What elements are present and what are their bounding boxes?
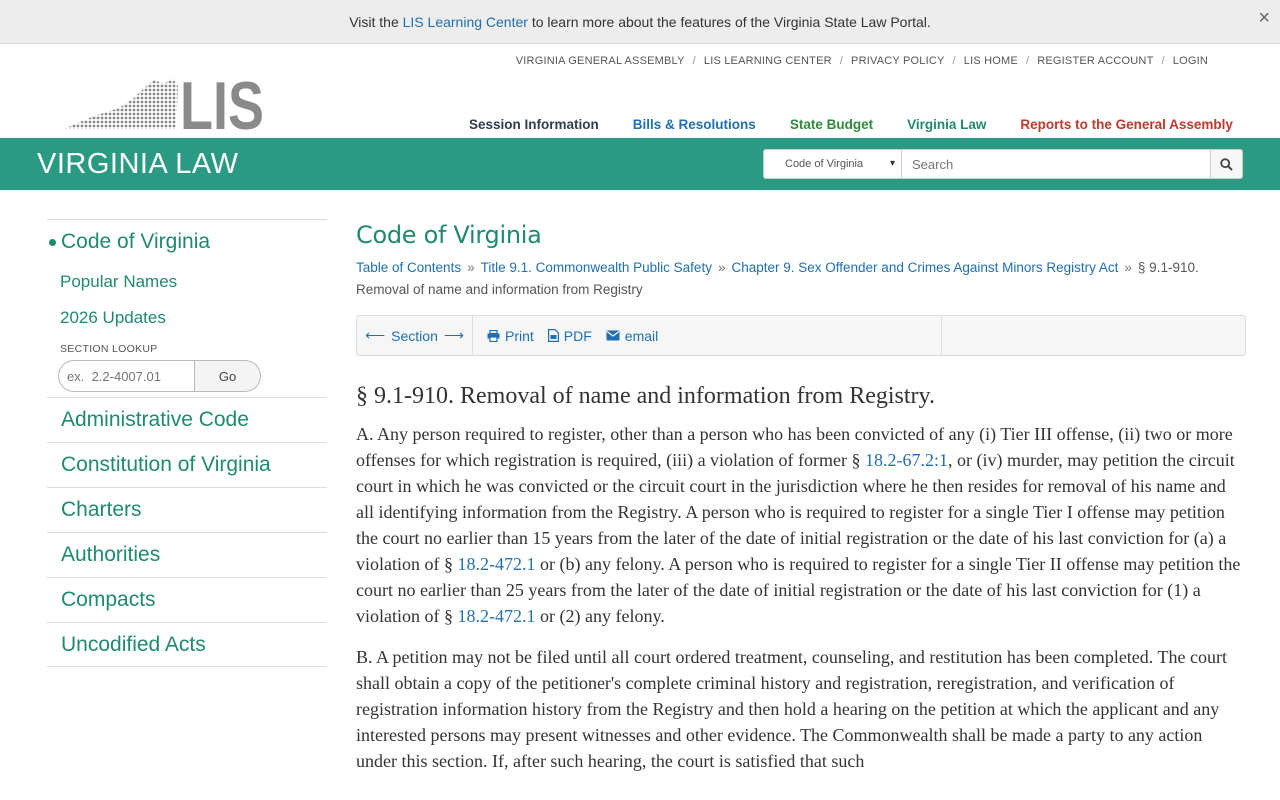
sidebar-item-charters[interactable]: Charters <box>47 487 327 532</box>
breadcrumb-chapter[interactable]: Chapter 9. Sex Offender and Crimes Again… <box>731 260 1118 275</box>
search-button[interactable] <box>1211 149 1243 179</box>
top-link-lis-home[interactable]: LIS HOME <box>964 55 1018 67</box>
nav-virginia-law[interactable]: Virginia Law <box>907 117 986 132</box>
sidebar-item-popular-names[interactable]: Popular Names <box>60 272 177 292</box>
statute-link-18-2-472-1[interactable]: 18.2-472.1 <box>458 606 536 626</box>
sidebar-code-group: Code of Virginia Popular Names 2026 Upda… <box>47 219 327 397</box>
close-icon[interactable]: × <box>1258 8 1270 28</box>
sidebar-item-constitution[interactable]: Constitution of Virginia <box>47 442 327 487</box>
email-label: email <box>624 327 659 344</box>
lis-logo[interactable]: LIS <box>64 68 266 144</box>
breadcrumb-separator: » <box>1124 260 1132 275</box>
sidebar-item-updates[interactable]: 2026 Updates <box>60 308 166 328</box>
separator: / <box>692 55 696 67</box>
nav-session-information[interactable]: Session Information <box>469 117 599 132</box>
separator: / <box>1025 55 1030 67</box>
search-scope-select[interactable]: Code of Virginia ▾ <box>763 149 902 179</box>
section-lookup-form: Go <box>58 360 261 392</box>
section-lookup-go-button[interactable]: Go <box>195 360 261 392</box>
sidebar-item-authorities[interactable]: Authorities <box>47 532 327 577</box>
top-link-register-account[interactable]: REGISTER ACCOUNT <box>1037 55 1153 67</box>
section-actions: Print PDF email <box>473 316 942 355</box>
top-link-general-assembly[interactable]: VIRGINIA GENERAL ASSEMBLY <box>516 55 685 67</box>
nav-state-budget[interactable]: State Budget <box>790 117 873 132</box>
search-scope-value: Code of Virginia <box>785 158 864 170</box>
main-content: Code of Virginia Table of Contents » Title… <box>356 219 1246 774</box>
page-title: Code of Virginia <box>356 221 542 249</box>
sidebar-item-administrative-code[interactable]: Administrative Code <box>47 397 327 442</box>
nav-bills-resolutions[interactable]: Bills & Resolutions <box>633 117 756 132</box>
statute-link-18-2-472-1[interactable]: 18.2-472.1 <box>458 554 536 574</box>
paragraph-a-text-4: or (2) any felony. <box>535 606 665 626</box>
learning-center-link[interactable]: LIS Learning Center <box>403 14 528 30</box>
pdf-icon <box>547 329 559 342</box>
search-form: Code of Virginia ▾ <box>763 149 1243 179</box>
section-nav: ⟵ Section ⟶ <box>357 316 473 355</box>
pdf-button[interactable]: PDF <box>547 327 592 344</box>
virginia-map-icon: LIS <box>64 68 264 144</box>
sidebar-item-code-of-virginia[interactable]: Code of Virginia <box>61 230 210 254</box>
email-button[interactable]: email <box>606 328 658 344</box>
sidebar-item-uncodified-acts[interactable]: Uncodified Acts <box>47 622 327 667</box>
separator: / <box>1161 55 1165 67</box>
breadcrumb-separator: » <box>717 260 726 275</box>
sidebar: Code of Virginia Popular Names 2026 Upda… <box>47 219 327 667</box>
sidebar-item-compacts[interactable]: Compacts <box>47 577 327 622</box>
section-title: § 9.1-910. Removal of name and informati… <box>356 383 935 409</box>
utility-nav: VIRGINIA GENERAL ASSEMBLY / LIS LEARNING… <box>516 55 1208 67</box>
print-label: Print <box>505 327 534 344</box>
search-input[interactable] <box>902 149 1211 179</box>
search-icon <box>1220 157 1233 171</box>
paragraph-b: B. A petition may not be filed until all… <box>356 647 1227 771</box>
announcement-suffix: to learn more about the features of the … <box>527 13 931 30</box>
separator: / <box>839 55 844 67</box>
separator: / <box>952 55 956 67</box>
banner-title: VIRGINIA LAW <box>37 148 239 180</box>
section-toolbar: ⟵ Section ⟶ Print PDF email <box>356 315 1246 356</box>
main-nav: Session Information Bills & Resolutions … <box>469 117 1233 132</box>
active-bullet-icon <box>49 239 56 246</box>
print-button[interactable]: Print <box>487 328 534 344</box>
arrow-left-icon[interactable]: ⟵ <box>365 327 385 344</box>
pdf-label: PDF <box>563 327 592 344</box>
breadcrumb: Table of Contents » Title 9.1. Commonwealt… <box>356 257 1246 301</box>
section-nav-label: Section <box>391 327 438 344</box>
breadcrumb-title[interactable]: Title 9.1. Commonwealth Public Safety <box>481 260 712 275</box>
page-banner: VIRGINIA LAW Code of Virginia ▾ <box>0 138 1280 190</box>
paragraph-a: A. Any person required to register, othe… <box>356 421 1246 629</box>
nav-reports[interactable]: Reports to the General Assembly <box>1020 117 1233 132</box>
envelope-icon <box>606 330 620 341</box>
statute-link-18-2-67-2-1[interactable]: 18.2-67.2:1 <box>865 450 948 470</box>
arrow-right-icon[interactable]: ⟶ <box>444 327 464 344</box>
announcement-prefix: Visit the <box>349 13 403 30</box>
logo-text: LIS <box>180 76 264 131</box>
top-link-learning-center[interactable]: LIS LEARNING CENTER <box>704 55 832 67</box>
breadcrumb-table-of-contents[interactable]: Table of Contents <box>356 260 461 275</box>
breadcrumb-separator: » <box>467 260 475 275</box>
section-lookup-label: SECTION LOOKUP <box>60 343 158 355</box>
print-icon <box>487 329 500 342</box>
section-lookup-input[interactable] <box>58 360 195 392</box>
top-link-login[interactable]: LOGIN <box>1173 55 1208 67</box>
announcement-bar: Visit the LIS Learning Center to learn m… <box>0 0 1280 44</box>
chevron-down-icon: ▾ <box>889 158 895 169</box>
top-link-privacy-policy[interactable]: PRIVACY POLICY <box>851 55 944 67</box>
